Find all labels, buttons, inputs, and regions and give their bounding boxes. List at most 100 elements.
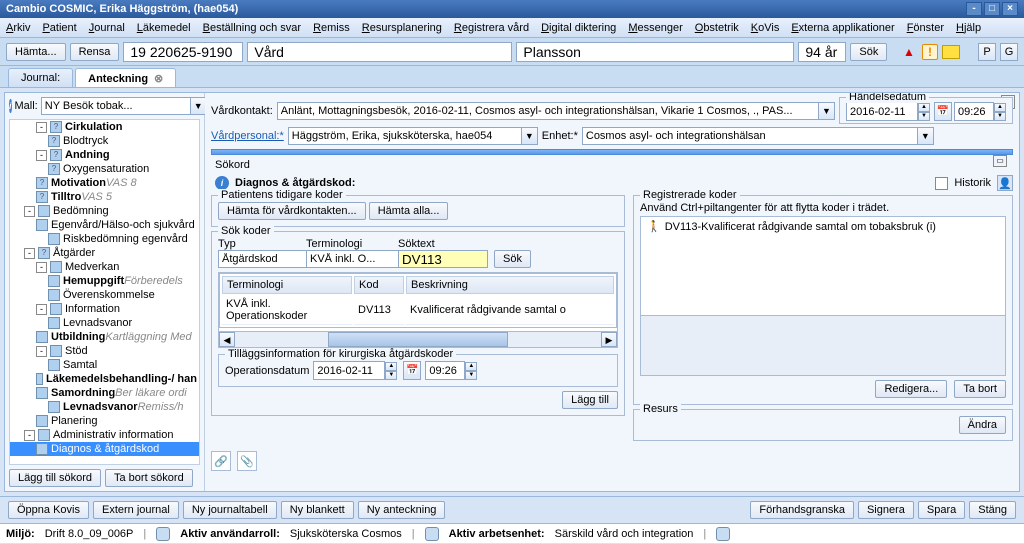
- tree-item[interactable]: ?Motivation VAS 8: [10, 176, 199, 190]
- reg-tree[interactable]: 🚶 DV113-Kvalificerat rådgivande samtal o…: [640, 216, 1006, 316]
- tree-item[interactable]: -Stöd: [10, 344, 199, 358]
- note-icon[interactable]: [942, 45, 960, 59]
- ny-blankett-button[interactable]: Ny blankett: [281, 501, 354, 519]
- tree-item[interactable]: ?Tilltro VAS 5: [10, 190, 199, 204]
- extern-journal-button[interactable]: Extern journal: [93, 501, 179, 519]
- signera-button[interactable]: Signera: [858, 501, 914, 519]
- tree-item[interactable]: Diagnos & åtgärdskod: [10, 442, 199, 456]
- tree-item[interactable]: -?Cirkulation: [10, 120, 199, 134]
- col-beskrivning[interactable]: Beskrivning: [406, 276, 614, 294]
- menu-remiss[interactable]: Remiss: [313, 22, 350, 34]
- redigera-button[interactable]: Redigera...: [875, 380, 947, 398]
- reg-tree-item[interactable]: 🚶 DV113-Kvalificerat rådgivande samtal o…: [643, 219, 1003, 234]
- tree-item[interactable]: Levnadsvanor Remiss/h: [10, 400, 199, 414]
- remove-keyword-button[interactable]: Ta bort sökord: [105, 469, 193, 487]
- info-icon[interactable]: i: [9, 99, 12, 113]
- menu-arkiv[interactable]: Arkiv: [6, 22, 30, 34]
- patient-name-field[interactable]: [516, 42, 794, 62]
- tree-item[interactable]: Egenvård/Hälso-och sjukvård: [10, 218, 199, 232]
- expand-icon[interactable]: -: [36, 262, 47, 273]
- tree-item[interactable]: -Medverkan: [10, 260, 199, 274]
- menu-digital diktering[interactable]: Digital diktering: [541, 22, 616, 34]
- close-button[interactable]: ×: [1002, 2, 1018, 16]
- menu-beställning och svar[interactable]: Beställning och svar: [203, 22, 301, 34]
- search-button[interactable]: Sök: [850, 43, 887, 61]
- mall-combo[interactable]: ▼: [41, 97, 207, 115]
- enhet-input[interactable]: [582, 127, 918, 145]
- tree-item[interactable]: -?Åtgärder: [10, 246, 199, 260]
- hscrollbar[interactable]: ◀ ▶: [218, 332, 618, 348]
- user-icon[interactable]: 👤: [997, 175, 1013, 191]
- date-down-icon[interactable]: ▼: [918, 112, 930, 121]
- panel-collapse-icon[interactable]: ▭: [993, 155, 1007, 167]
- age-field[interactable]: [798, 42, 846, 62]
- soktext-input[interactable]: [398, 250, 488, 268]
- ny-journaltabell-button[interactable]: Ny journaltabell: [183, 501, 277, 519]
- oppna-kovis-button[interactable]: Öppna Kovis: [8, 501, 89, 519]
- menu-resursplanering[interactable]: Resursplanering: [362, 22, 442, 34]
- scroll-left-icon[interactable]: ◀: [219, 332, 235, 347]
- tree-item[interactable]: -?Andning: [10, 148, 199, 162]
- calendar-icon[interactable]: 📅: [403, 361, 421, 380]
- person-icon[interactable]: [716, 527, 730, 541]
- stang-button[interactable]: Stäng: [969, 501, 1016, 519]
- tree-item[interactable]: -Administrativ information: [10, 428, 199, 442]
- expand-icon[interactable]: -: [36, 150, 47, 161]
- tree-item[interactable]: Överenskommelse: [10, 288, 199, 302]
- scroll-right-icon[interactable]: ▶: [601, 332, 617, 347]
- menu-patient[interactable]: Patient: [42, 22, 76, 34]
- pnr-field[interactable]: [123, 42, 243, 62]
- historik-checkbox[interactable]: [935, 177, 948, 190]
- attachment-icon[interactable]: 📎: [237, 451, 257, 471]
- tree-item[interactable]: Riskbedömning egenvård: [10, 232, 199, 246]
- tab-close-icon[interactable]: ⊗: [154, 73, 163, 85]
- andra-button[interactable]: Ändra: [959, 416, 1006, 434]
- expand-icon[interactable]: -: [36, 122, 47, 133]
- menu-kovis[interactable]: KoVis: [751, 22, 780, 34]
- scroll-thumb[interactable]: [328, 332, 508, 347]
- chevron-down-icon[interactable]: ▼: [819, 102, 835, 120]
- expand-icon[interactable]: -: [36, 346, 47, 357]
- tree-item[interactable]: Levnadsvanor: [10, 316, 199, 330]
- expand-icon[interactable]: -: [36, 304, 47, 315]
- hamta-kontakt-button[interactable]: Hämta för vårdkontakten...: [218, 202, 366, 220]
- vardpersonal-label[interactable]: Vårdpersonal:*: [211, 130, 284, 142]
- info-icon[interactable]: i: [215, 176, 229, 190]
- hamta-alla-button[interactable]: Hämta alla...: [369, 202, 449, 220]
- tree-item[interactable]: ?Oxygensaturation: [10, 162, 199, 176]
- time-up-icon[interactable]: ▲: [994, 103, 1006, 112]
- vardpersonal-input[interactable]: [288, 127, 522, 145]
- alert-triangle-icon[interactable]: ▲: [900, 43, 918, 61]
- event-time-input[interactable]: ▲▼: [954, 102, 1006, 121]
- menu-hjälp[interactable]: Hjälp: [956, 22, 981, 34]
- typ-combo[interactable]: ▼: [218, 250, 300, 268]
- tree-item[interactable]: Utbildning Kartläggning Med: [10, 330, 199, 344]
- time-up-icon[interactable]: ▲: [465, 362, 477, 371]
- tree-item[interactable]: -Information: [10, 302, 199, 316]
- menu-messenger[interactable]: Messenger: [628, 22, 682, 34]
- terminologi-combo[interactable]: ▼: [306, 250, 392, 268]
- menu-obstetrik[interactable]: Obstetrik: [695, 22, 739, 34]
- vardkontakt-input[interactable]: [277, 102, 819, 120]
- add-keyword-button[interactable]: Lägg till sökord: [9, 469, 101, 487]
- info-alert-icon[interactable]: !: [922, 44, 938, 60]
- date-down-icon[interactable]: ▼: [385, 371, 397, 380]
- forhandsgranska-button[interactable]: Förhandsgranska: [750, 501, 854, 519]
- calendar-icon[interactable]: 📅: [934, 102, 952, 121]
- tree-item[interactable]: Samordning Ber läkare ordi: [10, 386, 199, 400]
- opdate-field[interactable]: [313, 361, 385, 380]
- optime-input[interactable]: ▲▼: [425, 361, 477, 380]
- tabort-button[interactable]: Ta bort: [954, 380, 1006, 398]
- tree-item[interactable]: Samtal: [10, 358, 199, 372]
- date-up-icon[interactable]: ▲: [385, 362, 397, 371]
- menu-läkemedel[interactable]: Läkemedel: [137, 22, 191, 34]
- chevron-down-icon[interactable]: ▼: [918, 127, 934, 145]
- expand-icon[interactable]: -: [24, 206, 35, 217]
- menu-registrera vård[interactable]: Registrera vård: [454, 22, 529, 34]
- clear-button[interactable]: Rensa: [70, 43, 120, 61]
- keyword-tree[interactable]: -?Cirkulation?Blodtryck-?Andning?Oxygens…: [9, 119, 200, 465]
- link-icon[interactable]: 🔗: [211, 451, 231, 471]
- time-down-icon[interactable]: ▼: [465, 371, 477, 380]
- menu-externa applikationer[interactable]: Externa applikationer: [791, 22, 894, 34]
- col-terminologi[interactable]: Terminologi: [222, 276, 352, 294]
